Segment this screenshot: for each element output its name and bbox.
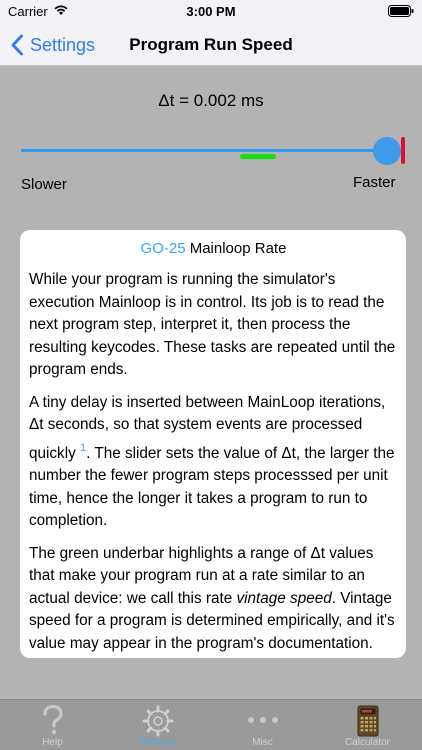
speed-slider[interactable] (21, 134, 409, 168)
ellipsis-icon (247, 717, 278, 723)
slider-track[interactable] (21, 149, 385, 152)
slower-label: Slower (21, 176, 67, 193)
max-speed-marker (401, 137, 405, 164)
calculator-icon (357, 705, 378, 737)
page-title: Program Run Speed (129, 35, 293, 54)
vintage-speed-term: vintage speed (236, 589, 332, 607)
info-card: GO-25 Mainloop Rate While your program i… (20, 230, 406, 658)
paragraph-mainloop: While your program is running the simula… (29, 271, 396, 378)
gear-icon (142, 705, 173, 737)
card-title: GO-25 Mainloop Rate (29, 240, 398, 257)
question-mark-icon (42, 705, 63, 735)
slider-thumb[interactable] (373, 137, 401, 165)
paragraph-delay-text-2: . The slider sets the value of Δt, the l… (29, 444, 395, 530)
faster-label: Faster (353, 174, 396, 191)
tab-misc[interactable]: Misc (210, 700, 315, 750)
tab-settings-label: Settings (139, 737, 176, 748)
status-bar: Carrier 3:00 PM (0, 0, 422, 24)
tab-bar: Help Settings Misc Calculator (0, 699, 422, 750)
tab-calculator[interactable]: Calculator (315, 700, 420, 750)
card-title-text: Mainloop Rate (185, 240, 287, 257)
tab-settings[interactable]: Settings (105, 700, 210, 750)
clock: 3:00 PM (186, 4, 236, 19)
tab-misc-label: Misc (252, 737, 273, 748)
battery-icon (388, 5, 414, 17)
vintage-speed-underbar (240, 154, 276, 159)
card-title-code[interactable]: GO-25 (141, 240, 186, 257)
paragraph-vintage: The green underbar highlights a range of… (29, 543, 398, 656)
tab-help[interactable]: Help (0, 700, 105, 750)
delta-t-readout: Δt = 0.002 ms (158, 91, 264, 110)
navigation-bar: Settings Program Run Speed (0, 24, 422, 66)
tab-calculator-label: Calculator (344, 737, 391, 748)
paragraph-delay: A tiny delay is inserted between MainLoo… (29, 392, 398, 533)
tab-help-label: Help (42, 737, 63, 748)
